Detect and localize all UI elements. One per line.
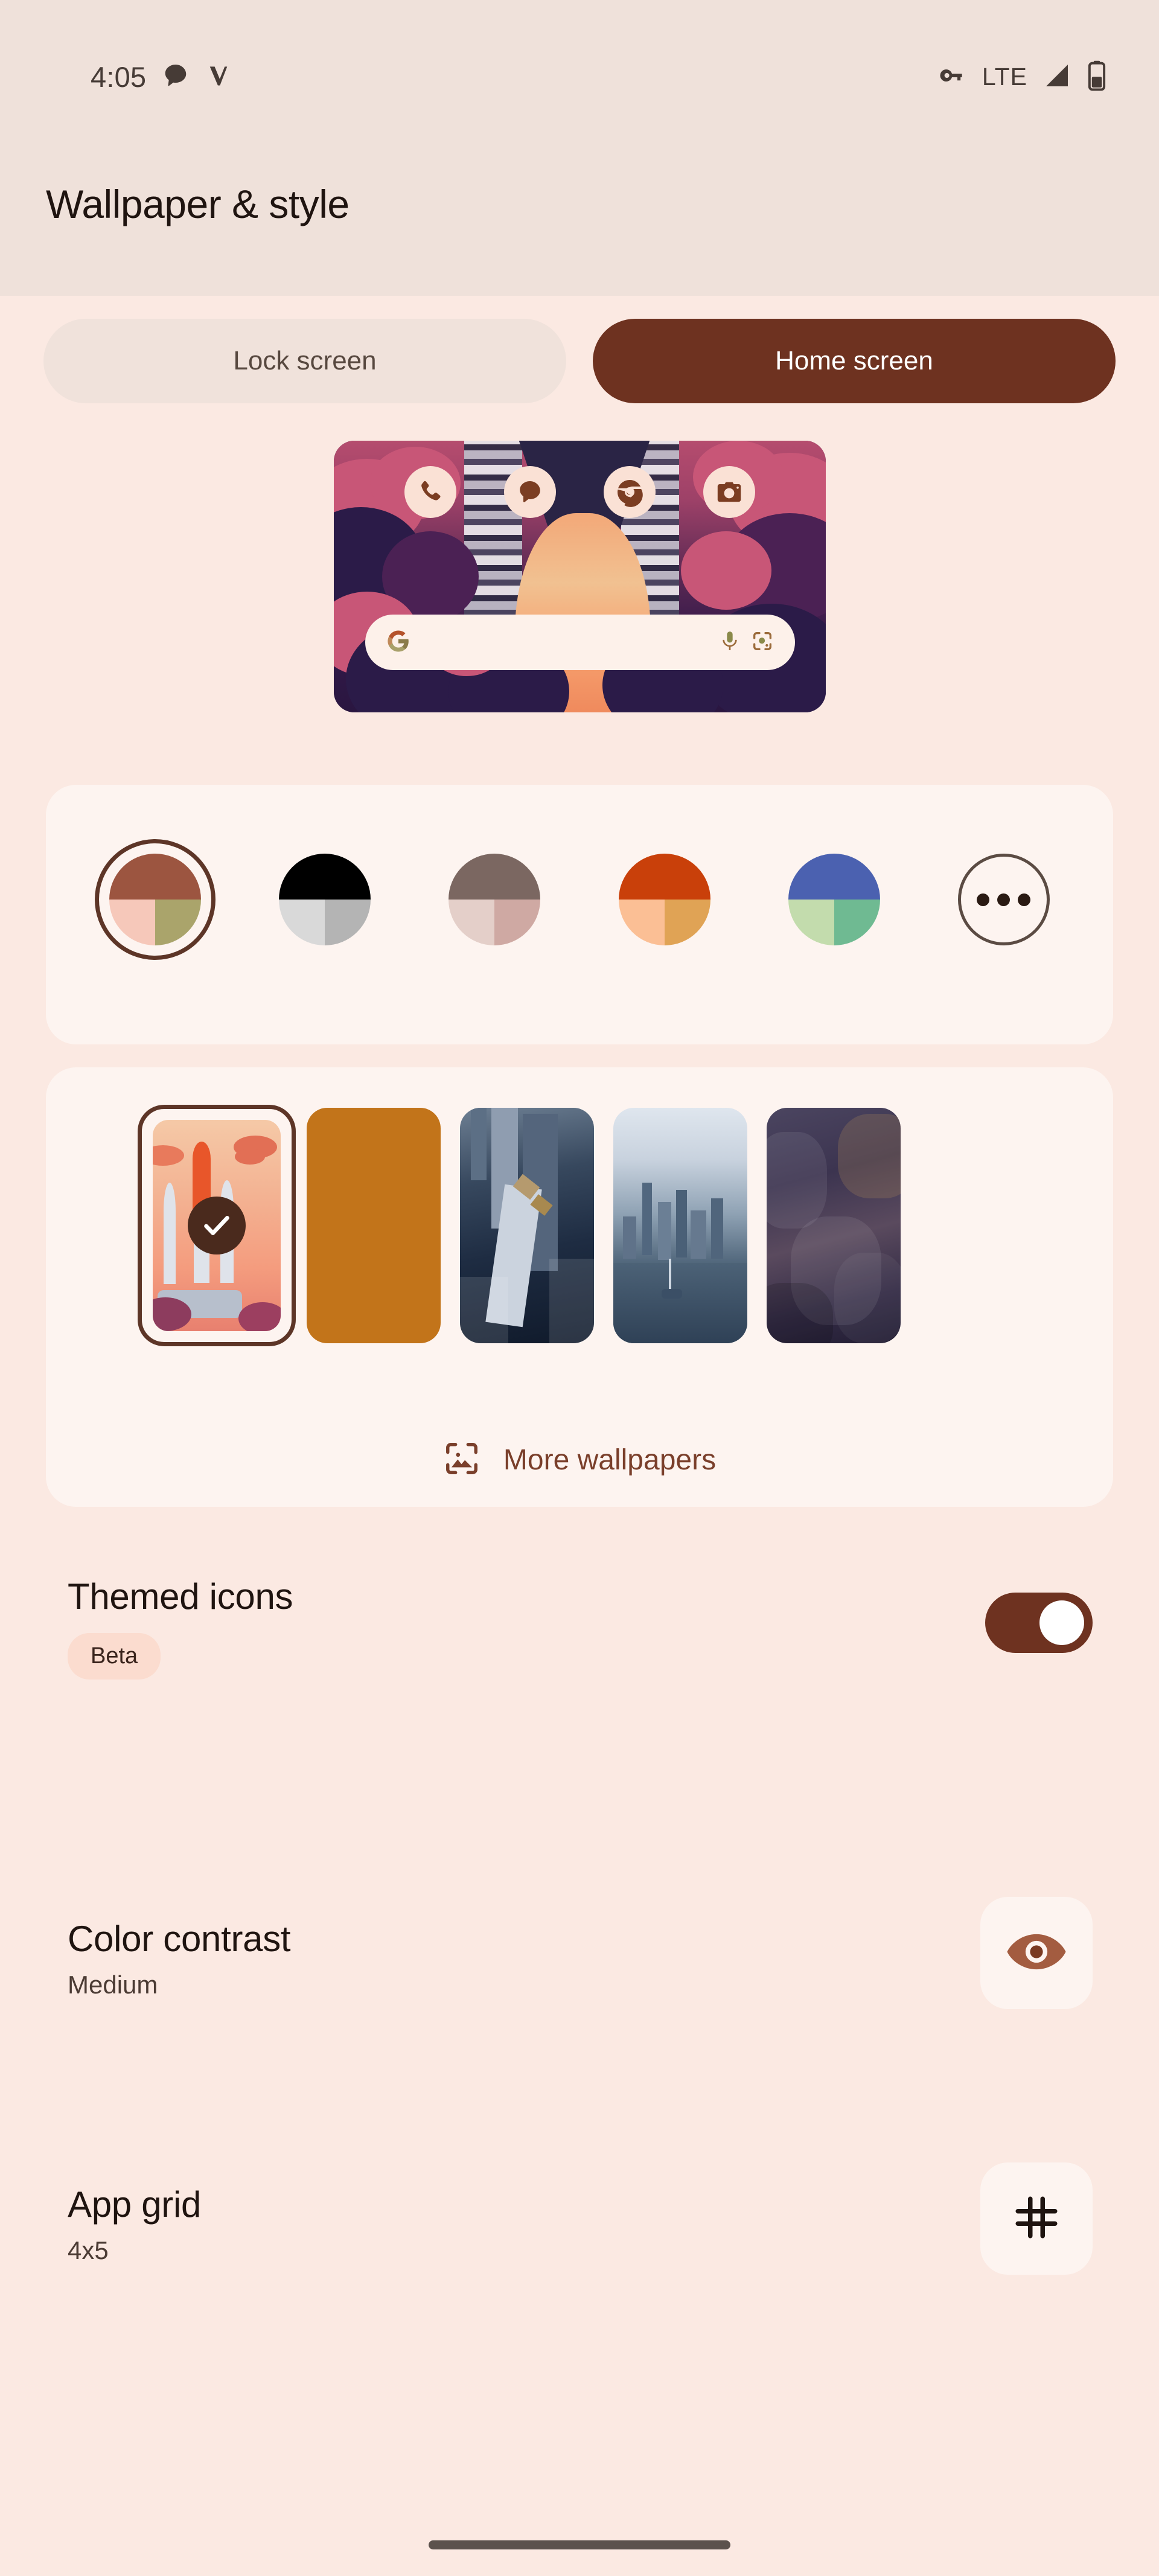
wallpaper-options-card: More wallpapers xyxy=(46,1067,1113,1507)
wallpaper-skyscraper[interactable] xyxy=(460,1108,594,1343)
overflow-dots-icon xyxy=(957,854,1050,945)
wallpaper-color-1[interactable] xyxy=(95,839,216,960)
wallpaper-color-4[interactable] xyxy=(604,839,725,960)
vpn-key-icon xyxy=(939,61,968,93)
phone-icon[interactable] xyxy=(404,466,456,518)
network-type-label: LTE xyxy=(982,62,1027,91)
wallpaper-rocky-canyon[interactable] xyxy=(767,1108,901,1343)
app-grid-title: App grid xyxy=(68,2184,202,2225)
wallpaper-color-5[interactable] xyxy=(774,839,895,960)
image-frame-icon xyxy=(443,1440,481,1480)
gesture-handle[interactable] xyxy=(429,2540,730,2549)
grid-icon xyxy=(1012,2193,1061,2245)
google-search-bar[interactable] xyxy=(365,615,795,670)
selected-check-icon xyxy=(188,1197,246,1254)
wallpaper-thumbnail-row xyxy=(138,1105,901,1346)
color-options-card xyxy=(46,785,1113,1044)
wallpaper-color-3[interactable] xyxy=(434,839,555,960)
wallpaper-and-style-screen: 4:05 LTE Wallpaper & style Lock screen H… xyxy=(0,0,1159,2576)
camera-icon[interactable] xyxy=(703,466,755,518)
themed-icons-toggle[interactable] xyxy=(985,1593,1093,1653)
microphone-icon[interactable] xyxy=(718,629,742,656)
themed-icons-beta-badge: Beta xyxy=(68,1633,161,1680)
color-contrast-icon-tile[interactable] xyxy=(980,1897,1093,2009)
wallpaper-city-skyline[interactable] xyxy=(613,1108,747,1343)
status-bar: 4:05 LTE Wallpaper & style xyxy=(0,0,1159,296)
color-contrast-title: Color contrast xyxy=(68,1918,291,1959)
status-bar-clock: 4:05 xyxy=(91,60,147,93)
setting-app-grid[interactable]: App grid 4x5 xyxy=(0,2107,1159,2330)
more-wallpapers-label: More wallpapers xyxy=(503,1444,717,1476)
app-grid-value: 4x5 xyxy=(68,2236,109,2264)
signal-icon xyxy=(1042,61,1072,93)
wallpaper-rocket-launch[interactable] xyxy=(138,1105,296,1346)
home-screen-preview[interactable] xyxy=(334,441,826,712)
page-title: Wallpaper & style xyxy=(46,182,350,226)
battery-icon xyxy=(1087,60,1107,94)
eye-icon xyxy=(1004,1920,1068,1987)
chrome-icon[interactable] xyxy=(604,466,656,518)
app-grid-icon-tile[interactable] xyxy=(980,2162,1093,2275)
setting-themed-icons[interactable]: Themed icons Beta xyxy=(0,1565,1159,1746)
themed-icons-title: Themed icons xyxy=(68,1576,293,1617)
preview-dock xyxy=(334,466,826,518)
more-colors-button[interactable] xyxy=(943,839,1064,960)
toggle-knob xyxy=(1039,1600,1084,1645)
more-wallpapers-button[interactable]: More wallpapers xyxy=(46,1440,1113,1480)
wallpaper-color-2[interactable] xyxy=(264,839,385,960)
tab-home-screen[interactable]: Home screen xyxy=(593,319,1116,403)
setting-color-contrast[interactable]: Color contrast Medium xyxy=(0,1841,1159,2065)
wallpaper-solid-orange[interactable] xyxy=(307,1108,441,1343)
color-contrast-value: Medium xyxy=(68,1970,158,1999)
color-swatch-row xyxy=(46,839,1113,960)
google-g-icon xyxy=(386,628,411,657)
lens-icon[interactable] xyxy=(750,629,774,656)
screen-mode-tabs: Lock screen Home screen xyxy=(43,319,1116,403)
messages-icon[interactable] xyxy=(504,466,556,518)
vpn-check-icon xyxy=(205,62,232,92)
tab-lock-screen[interactable]: Lock screen xyxy=(43,319,566,403)
chat-bubble-icon xyxy=(162,62,190,92)
